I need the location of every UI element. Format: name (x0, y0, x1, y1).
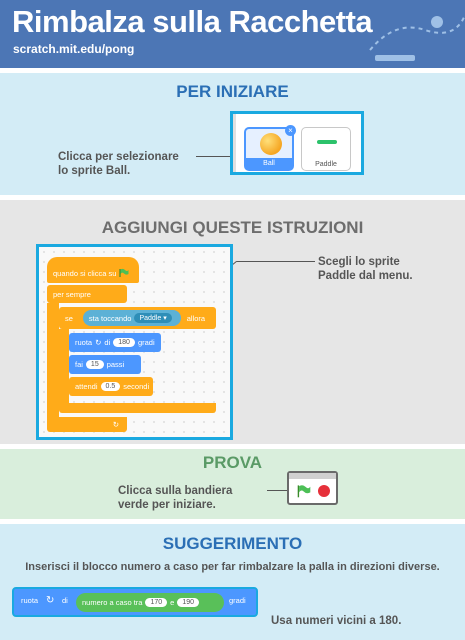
choose-paddle-caption: Scegli lo sprite Paddle dal menu. (318, 256, 413, 282)
turn-degrees-input[interactable]: 180 (113, 338, 135, 347)
tip-note: Usa numeri vicini a 180. (271, 615, 402, 627)
stage-controls (287, 471, 338, 505)
sprite-label-ball: Ball (246, 158, 292, 169)
dotted-trail-decoration-icon (369, 14, 465, 61)
section-title-add-code: AGGIUNGI QUESTE ISTRUZIONI (101, 218, 364, 237)
tip-description: Inserisci il blocco numero a caso per fa… (25, 561, 440, 573)
random-to-input[interactable]: 190 (177, 598, 199, 607)
when-flag-clicked-block[interactable]: quando si clicca su (47, 257, 139, 283)
green-flag-icon (119, 268, 129, 277)
sprite-label-paddle: Paddle (315, 161, 337, 168)
move-block[interactable]: fai 15 passi (69, 355, 141, 374)
forever-arm (47, 303, 59, 417)
sprite-card-ball[interactable]: × Ball (244, 125, 296, 171)
touching-block[interactable]: sta toccando Paddle ▾ (82, 310, 181, 326)
wait-seconds-input[interactable]: 0.5 (100, 382, 121, 391)
rotate-clockwise-icon: ↻ (46, 595, 55, 606)
section-title-tip: SUGGERIMENTO (162, 534, 303, 553)
close-icon[interactable]: × (285, 125, 296, 136)
sprite-list-panel: × Ball Paddle (230, 111, 364, 175)
panel-edge (233, 114, 236, 172)
section-getting-started: PER INIZIARE Clicca per selezionare lo s… (0, 73, 465, 195)
project-url: scratch.mit.edu/pong (13, 42, 135, 56)
touching-dropdown[interactable]: Paddle ▾ (134, 313, 172, 323)
stop-icon[interactable] (318, 485, 330, 497)
rotate-clockwise-icon: ↻ (95, 338, 102, 347)
if-arm (59, 329, 69, 403)
sprite-card-paddle[interactable]: Paddle (301, 127, 351, 171)
section-title-try-it: PROVA (202, 453, 263, 472)
wait-block[interactable]: attendi 0.5 secondi (69, 377, 153, 396)
if-then-block[interactable]: se sta toccando Paddle ▾ allora (59, 307, 216, 329)
forever-bottom: ↻ (47, 417, 127, 432)
forever-block[interactable]: per sempre (47, 285, 127, 303)
ball-icon (260, 133, 282, 155)
callout-line (196, 156, 230, 157)
header-banner: Rimbalza sulla Racchetta scratch.mit.edu… (0, 0, 465, 68)
green-flag-icon[interactable] (297, 484, 311, 498)
select-sprite-caption: Clicca per selezionare lo sprite Ball. (58, 151, 179, 177)
section-try-it: PROVA Clicca sulla bandiera verde per in… (0, 449, 465, 519)
callout-line (267, 490, 287, 491)
random-from-input[interactable]: 170 (145, 598, 168, 607)
if-bottom (59, 403, 216, 413)
code-area: quando si clicca su per sempre ↻ se sta … (36, 244, 233, 440)
turn-random-block[interactable]: ruota ↻ di numero a caso tra 170 e 190 g… (12, 587, 258, 617)
section-add-code: AGGIUNGI QUESTE ISTRUZIONI Scegli lo spr… (0, 200, 465, 444)
loop-arrow-icon: ↻ (112, 420, 119, 429)
move-steps-input[interactable]: 15 (85, 360, 104, 369)
turn-block[interactable]: ruota ↻ di 180 gradi (69, 333, 161, 352)
click-flag-caption: Clicca sulla bandiera verde per iniziare… (118, 485, 233, 511)
page-title: Rimbalza sulla Racchetta (12, 4, 373, 39)
pick-random-block[interactable]: numero a caso tra 170 e 190 (76, 593, 224, 612)
callout-line-horizontal (237, 261, 315, 262)
paddle-icon (317, 140, 337, 144)
section-title-getting-started: PER INIZIARE (176, 82, 289, 101)
section-tip: SUGGERIMENTO Inserisci il blocco numero … (0, 524, 465, 640)
